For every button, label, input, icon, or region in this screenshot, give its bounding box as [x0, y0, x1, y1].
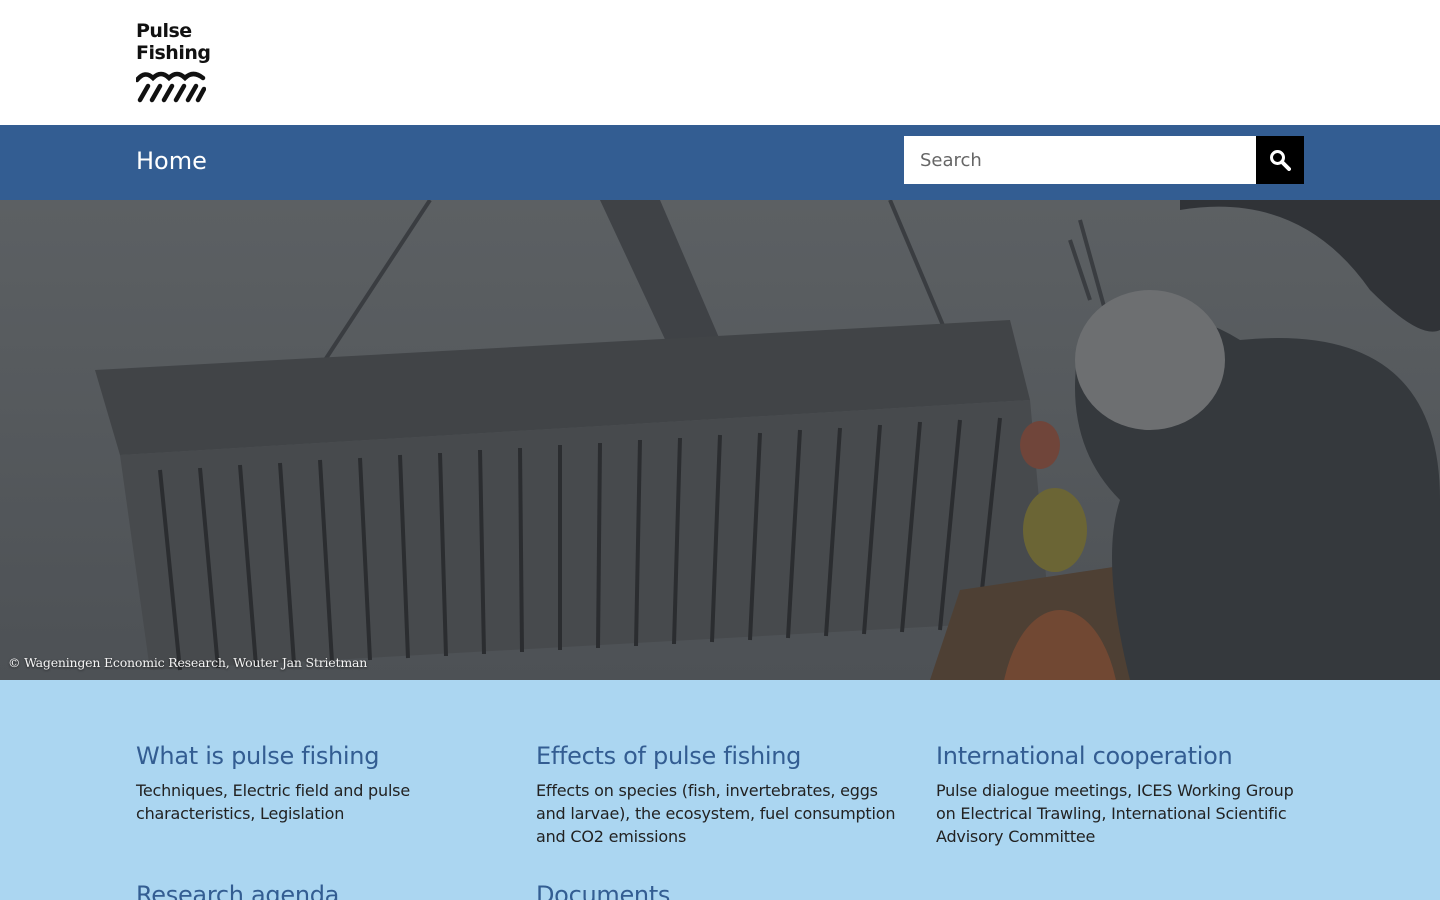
site-header: Pulse Fishing	[0, 0, 1440, 125]
search-input[interactable]	[904, 136, 1256, 184]
topic-documents: Documents	[536, 880, 896, 900]
search-button[interactable]	[1256, 136, 1304, 184]
topic-description: Effects on species (fish, invertebrates,…	[536, 781, 896, 846]
nav-home-link[interactable]: Home	[136, 146, 207, 176]
hero-photo-pulse-trawl	[0, 200, 1440, 680]
search-icon	[1270, 150, 1291, 171]
topic-description: Pulse dialogue meetings, ICES Working Gr…	[936, 781, 1294, 846]
photo-credit: © Wageningen Economic Research, Wouter J…	[8, 655, 368, 670]
topic-title-link[interactable]: International cooperation	[936, 741, 1296, 771]
pulse-fishing-logo[interactable]: Pulse Fishing	[136, 20, 211, 104]
search-form	[904, 136, 1304, 184]
topic-international-cooperation: International cooperation Pulse dialogue…	[936, 741, 1296, 848]
logo-text-line2: Fishing	[136, 42, 211, 64]
topic-title-link[interactable]: Documents	[536, 880, 896, 900]
main-navbar: Home	[0, 125, 1440, 200]
topic-effects-of-pulse-fishing: Effects of pulse fishing Effects on spec…	[536, 741, 896, 848]
topic-what-is-pulse-fishing: What is pulse fishing Techniques, Electr…	[136, 741, 496, 825]
topic-title-link[interactable]: Effects of pulse fishing	[536, 741, 896, 771]
topics-section: What is pulse fishing Techniques, Electr…	[0, 680, 1440, 900]
waves-icon	[136, 71, 206, 103]
hero-image: © Wageningen Economic Research, Wouter J…	[0, 200, 1440, 680]
logo-text-line1: Pulse	[136, 20, 192, 42]
topic-title-link[interactable]: What is pulse fishing	[136, 741, 496, 771]
topic-description: Techniques, Electric field and pulse cha…	[136, 781, 410, 823]
topic-research-agenda: Research agenda	[136, 880, 496, 900]
topic-title-link[interactable]: Research agenda	[136, 880, 496, 900]
